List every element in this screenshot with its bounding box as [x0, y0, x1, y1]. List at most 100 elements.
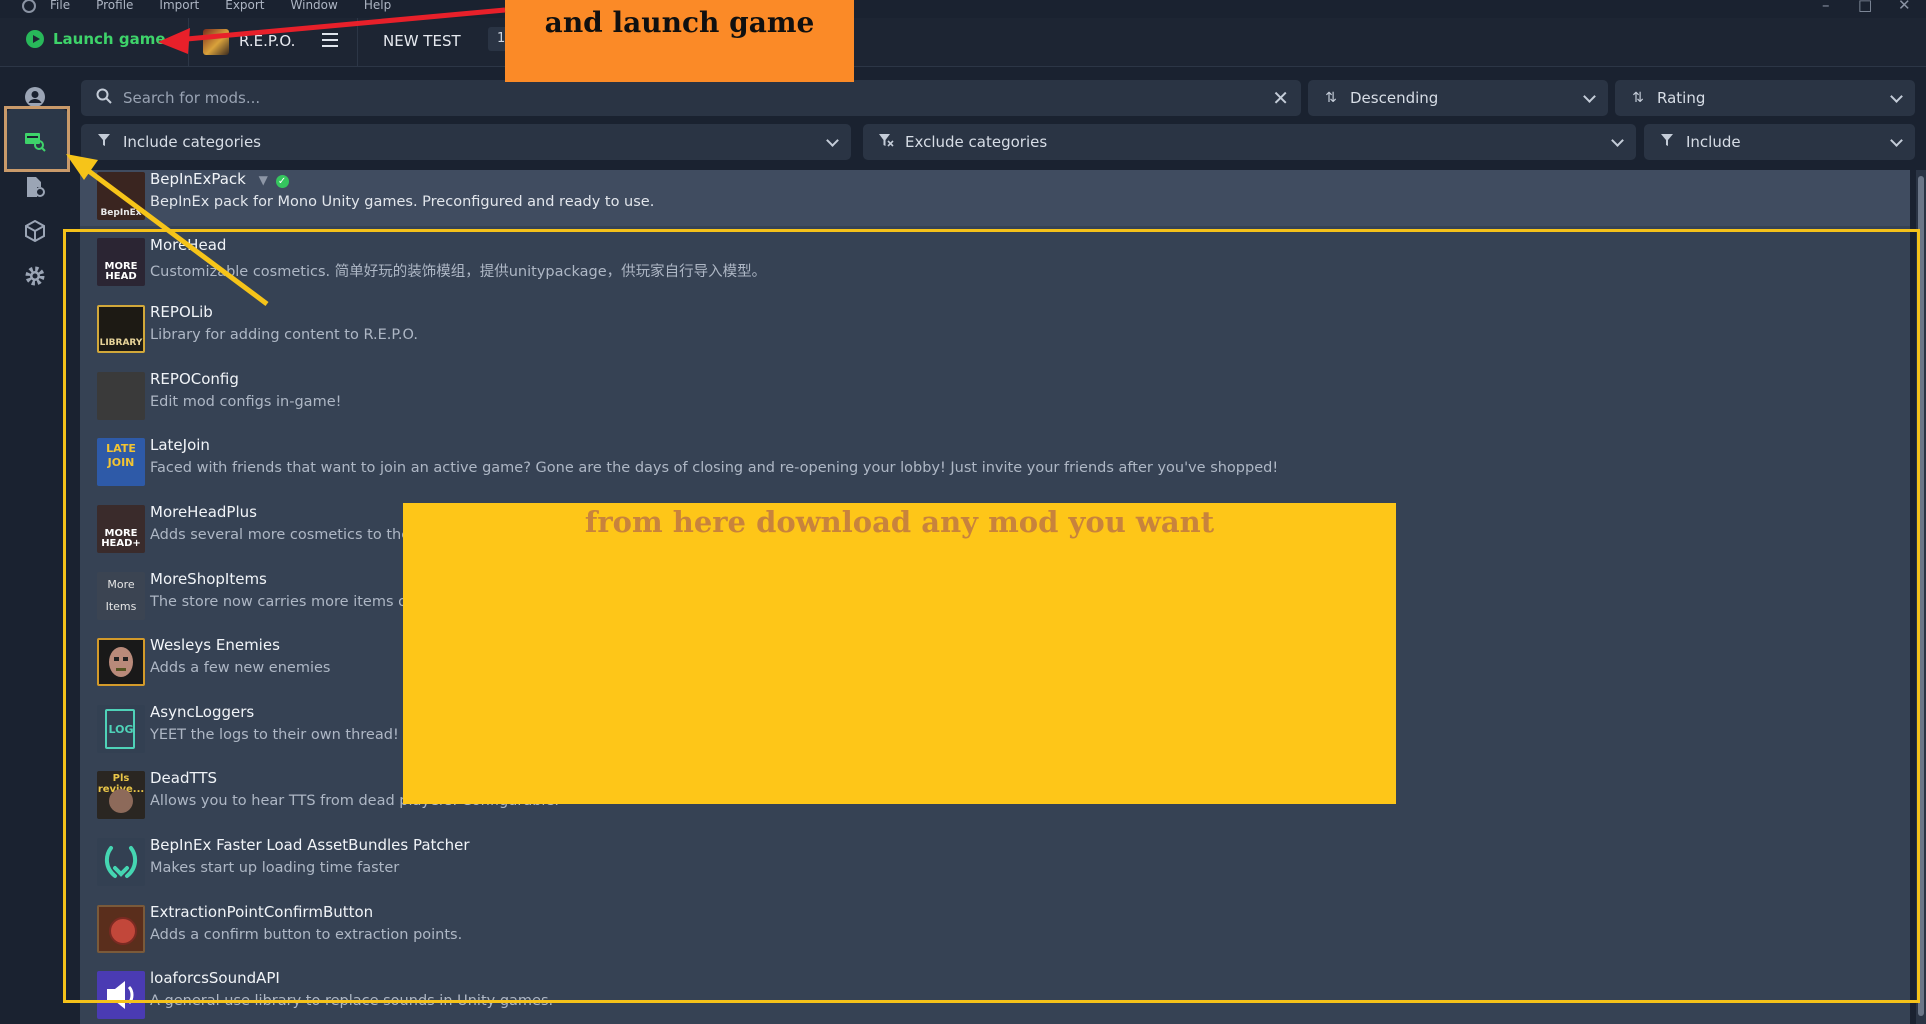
mod-name: loaforcsSoundAPI — [150, 969, 280, 987]
hamburger-menu-icon[interactable] — [322, 33, 338, 51]
settings-gear-icon[interactable] — [24, 265, 46, 287]
mod-thumbnail: Pls revive... — [97, 771, 145, 819]
mod-thumbnail: LATE JOIN — [97, 438, 145, 486]
verified-check-icon: ✓ — [275, 175, 289, 188]
pin-icon: ▼ — [258, 173, 268, 187]
mod-name: LateJoin — [150, 436, 210, 454]
mod-description: BepInEx pack for Mono Unity games. Preco… — [150, 194, 655, 210]
list-item[interactable]: LATE JOIN LateJoin Faced with friends th… — [88, 432, 1888, 498]
mod-thumbnail: More Items — [97, 572, 145, 620]
chevron-down-icon — [1611, 134, 1624, 147]
mod-thumbnail: MORE HEAD+ — [97, 505, 145, 553]
list-item[interactable]: MORE HEAD MoreHead Customizable cosmetic… — [88, 232, 1888, 298]
search-placeholder: Search for mods... — [123, 89, 261, 107]
mod-thumbnail — [97, 372, 145, 420]
filter-remove-icon — [877, 133, 895, 151]
mod-description: Adds several more cosmetics to the — [150, 527, 411, 543]
profile-user-icon[interactable] — [24, 86, 46, 108]
mod-name: DeadTTS — [150, 769, 218, 787]
mod-thumbnail — [97, 905, 145, 953]
mod-description: A general use library to replace sounds … — [150, 993, 554, 1009]
mod-name: AsyncLoggers — [150, 703, 255, 721]
sort-by-select[interactable]: ⇅ Rating — [1615, 80, 1915, 116]
search-input[interactable]: Search for mods... ✕ — [81, 80, 1301, 116]
mod-description: Adds a few new enemies — [150, 660, 331, 676]
launch-game-label: Launch game — [53, 30, 166, 48]
online-mods-icon[interactable] — [24, 130, 46, 152]
mod-description: Adds a confirm button to extraction poin… — [150, 927, 463, 943]
list-item[interactable]: BepInEx BepInExPack ▼ ✓ BepInEx pack for… — [88, 170, 1888, 232]
menu-import[interactable]: Import — [159, 0, 199, 12]
mod-name: ExtractionPointConfirmButton — [150, 903, 374, 921]
launch-game-annotation: and launch game — [505, 0, 854, 82]
filter-icon — [1658, 133, 1676, 151]
mod-description: Library for adding content to R.E.P.O. — [150, 327, 418, 343]
mod-thumbnail: MORE HEAD — [97, 238, 145, 286]
exclude-categories-select[interactable]: Exclude categories — [863, 124, 1636, 160]
mod-thumbnail — [97, 838, 145, 886]
list-item[interactable]: ExtractionPointConfirmButton Adds a conf… — [88, 899, 1888, 965]
mod-description: Edit mod configs in-game! — [150, 394, 342, 410]
app-logo-icon — [22, 0, 36, 13]
download-mods-annotation: from here download any mod you want — [403, 503, 1396, 804]
sort-by-icon: ⇅ — [1632, 90, 1644, 106]
profile-name[interactable]: NEW TEST — [383, 32, 461, 50]
chevron-down-icon — [1583, 90, 1596, 103]
sort-by-value: Rating — [1657, 89, 1706, 107]
mod-name: REPOLib — [150, 303, 213, 321]
modpack-cube-icon[interactable] — [24, 219, 46, 243]
include-mode-select[interactable]: Include — [1644, 124, 1915, 160]
mod-name: MoreHead — [150, 236, 227, 254]
mod-description: Customizable cosmetics. 简单好玩的装饰模组，提供unit… — [150, 264, 767, 280]
scrollbar-thumb[interactable] — [1918, 176, 1924, 1016]
mod-thumbnail — [97, 638, 145, 686]
sort-order-select[interactable]: ⇅ Descending — [1308, 80, 1608, 116]
menu-bar: File Profile Import Export Window Help –… — [0, 0, 1926, 18]
mod-name: BepInEx Faster Load AssetBundles Patcher — [150, 836, 470, 854]
mod-thumbnail: BepInEx — [97, 172, 145, 220]
menu-window[interactable]: Window — [291, 0, 338, 12]
chevron-down-icon — [1890, 134, 1903, 147]
minimize-icon[interactable]: – — [1822, 0, 1830, 14]
include-categories-label: Include categories — [123, 133, 261, 151]
play-icon — [26, 30, 44, 48]
sort-order-icon: ⇅ — [1325, 90, 1337, 106]
mod-description: Makes start up loading time faster — [150, 860, 400, 876]
sort-order-value: Descending — [1350, 89, 1439, 107]
chevron-down-icon — [826, 134, 839, 147]
mod-name: MoreShopItems — [150, 570, 267, 588]
sidebar — [0, 67, 64, 1024]
launch-game-button[interactable]: Launch game — [26, 30, 166, 48]
mod-thumbnail — [97, 971, 145, 1019]
maximize-icon[interactable]: □ — [1858, 0, 1872, 14]
list-item[interactable]: REPOConfig Edit mod configs in-game! — [88, 366, 1888, 432]
list-item[interactable]: loaforcsSoundAPI A general use library t… — [88, 965, 1888, 1024]
list-item[interactable]: BepInEx Faster Load AssetBundles Patcher… — [88, 832, 1888, 898]
mod-name: BepInExPack ▼ ✓ — [150, 170, 289, 188]
mod-name: REPOConfig — [150, 370, 239, 388]
mod-name: Wesleys Enemies — [150, 636, 280, 654]
search-icon — [95, 88, 113, 108]
filter-icon — [95, 133, 113, 151]
clear-search-icon[interactable]: ✕ — [1272, 86, 1289, 110]
mod-thumbnail: LIBRARY — [97, 305, 145, 353]
include-mode-value: Include — [1686, 133, 1741, 151]
mod-description: YEET the logs to their own thread! — [150, 727, 399, 743]
menu-export[interactable]: Export — [225, 0, 264, 12]
close-window-icon[interactable]: ✕ — [1898, 0, 1911, 14]
config-editor-icon[interactable] — [24, 176, 46, 198]
game-name[interactable]: R.E.P.O. — [239, 32, 295, 50]
mod-name: MoreHeadPlus — [150, 503, 257, 521]
menu-file[interactable]: File — [50, 0, 70, 12]
top-bar: Launch game R.E.P.O. NEW TEST 1 — [0, 18, 1926, 67]
menu-help[interactable]: Help — [364, 0, 391, 12]
include-categories-select[interactable]: Include categories — [81, 124, 851, 160]
exclude-categories-label: Exclude categories — [905, 133, 1048, 151]
mod-description: The store now carries more items o — [150, 594, 407, 610]
mod-thumbnail: LOG — [97, 705, 145, 753]
list-item[interactable]: LIBRARY REPOLib Library for adding conte… — [88, 299, 1888, 365]
menu-profile[interactable]: Profile — [96, 0, 133, 12]
mod-description: Faced with friends that want to join an … — [150, 460, 1279, 476]
chevron-down-icon — [1890, 90, 1903, 103]
game-icon[interactable] — [203, 29, 229, 55]
